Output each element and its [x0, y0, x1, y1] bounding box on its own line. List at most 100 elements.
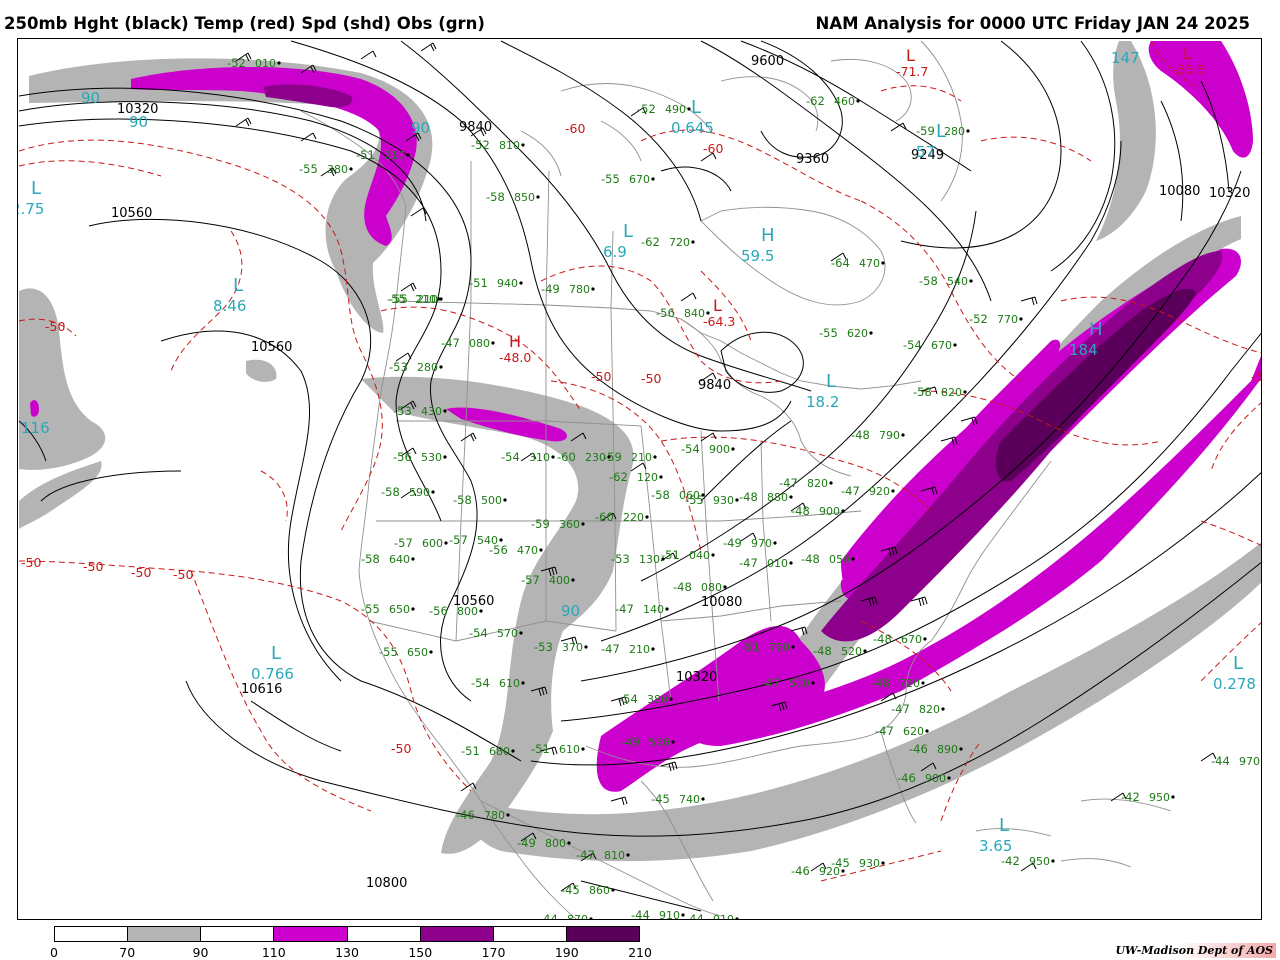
station-height: 770: [997, 313, 1018, 326]
station-observation: -55 930: [685, 493, 739, 507]
station-dot: [567, 841, 571, 845]
station-observation: -47 820: [779, 476, 833, 490]
station-observation: -47 140: [615, 602, 669, 616]
center-letter: L: [826, 371, 836, 392]
station-dot: [711, 553, 715, 557]
station-dot: [941, 707, 945, 711]
station-observation: -55 380: [299, 162, 353, 176]
station-dot: [723, 585, 727, 589]
station-temp: -55: [601, 172, 620, 186]
station-height: 930: [859, 857, 880, 870]
station-observation: -58 850: [486, 190, 540, 204]
colorbar-tick: 0: [50, 945, 58, 960]
station-temp: -51: [469, 276, 488, 290]
station-temp: -52: [969, 312, 988, 326]
station-dot: [581, 747, 585, 751]
temperature-label: -50: [1251, 369, 1261, 384]
station-height: 890: [937, 743, 958, 756]
speed-label: 90: [129, 113, 148, 131]
station-height: 400: [549, 574, 570, 587]
center-value: 3.65: [979, 837, 1012, 855]
station-dot: [671, 740, 675, 744]
center-value: 2.75: [18, 200, 44, 218]
station-temp: -46: [456, 808, 475, 822]
height-label: 10080: [701, 595, 742, 610]
center-letter: L: [1233, 653, 1243, 674]
station-temp: -58: [381, 485, 400, 499]
station-height: 810: [604, 849, 625, 862]
station-height: 210: [631, 451, 652, 464]
station-temp: -46: [909, 742, 928, 756]
extremum-letter: L: [906, 46, 915, 65]
station-height: 920: [869, 485, 890, 498]
station-height: 620: [847, 327, 868, 340]
station-height: 080: [469, 337, 490, 350]
station-height: 360: [559, 518, 580, 531]
station-dot: [411, 607, 415, 611]
center-value: 0.645: [671, 119, 714, 137]
low-center: L2.75: [18, 178, 44, 218]
station-observation: -55 670: [601, 172, 655, 186]
station-dot: [829, 481, 833, 485]
station-height: 840: [684, 307, 705, 320]
center-value: 6.9: [603, 243, 627, 261]
height-label: 10080: [1159, 184, 1200, 199]
station-dot: [521, 143, 525, 147]
station-observation: -56 530: [393, 450, 447, 464]
station-temp: -59: [916, 124, 935, 138]
station-observation: -56 470: [489, 543, 543, 557]
station-dot: [921, 681, 925, 685]
station-dot: [851, 557, 855, 561]
station-height: 610: [499, 677, 520, 690]
station-observation: -54 670: [903, 338, 957, 352]
station-observation: -62 120: [609, 470, 663, 484]
station-temp: -55: [299, 162, 318, 176]
station-observation: -54 900: [681, 442, 735, 456]
height-label: 9600: [751, 54, 784, 69]
station-dot: [1051, 859, 1055, 863]
station-dot: [901, 433, 905, 437]
temperature-label: -50: [591, 369, 611, 384]
station-temp: -55: [379, 645, 398, 659]
station-height: 120: [637, 471, 658, 484]
station-dot: [551, 455, 555, 459]
station-temp: -49: [723, 536, 742, 550]
station-height: 670: [629, 173, 650, 186]
colorbar-swatch: [201, 927, 275, 941]
station-temp: -55: [685, 493, 704, 507]
center-letter: L: [233, 275, 243, 296]
station-observation: -48 880: [739, 490, 793, 504]
station-height: 850: [514, 191, 535, 204]
station-observation: -57 600: [394, 536, 448, 550]
station-observation: -47 210: [601, 642, 655, 656]
station-temp: -58: [651, 488, 670, 502]
station-observation: -52 810: [471, 138, 525, 152]
colorbar-tick-labels: 0 70 90 110 130 150 170 190 210: [50, 945, 652, 960]
station-dot: [429, 650, 433, 654]
station-dot: [731, 447, 735, 451]
station-dot: [1171, 795, 1175, 799]
station-dot: [856, 99, 860, 103]
colorbar-swatch: [55, 927, 129, 941]
station-height: 280: [417, 361, 438, 374]
station-temp: -52: [637, 102, 656, 116]
station-temp: -54: [903, 338, 922, 352]
station-height: 810: [499, 139, 520, 152]
center-value: 8.46: [213, 297, 246, 315]
station-observation: -51 040: [661, 548, 715, 562]
station-temp: -58: [913, 385, 932, 399]
station-height: 650: [389, 603, 410, 616]
station-height: 670: [901, 633, 922, 646]
center-value: 0.278: [1213, 675, 1256, 693]
station-height: 910: [713, 913, 734, 919]
high-center: H59.5: [741, 225, 775, 265]
station-dot: [651, 647, 655, 651]
station-observation: -55 650: [361, 602, 415, 616]
station-temp: -51: [461, 744, 480, 758]
station-temp: -47: [875, 724, 894, 738]
station-temp: -48: [873, 632, 892, 646]
station-temp: -58: [361, 552, 380, 566]
station-height: 970: [751, 537, 772, 550]
low-center: L18.2: [806, 371, 839, 411]
station-dot: [519, 281, 523, 285]
